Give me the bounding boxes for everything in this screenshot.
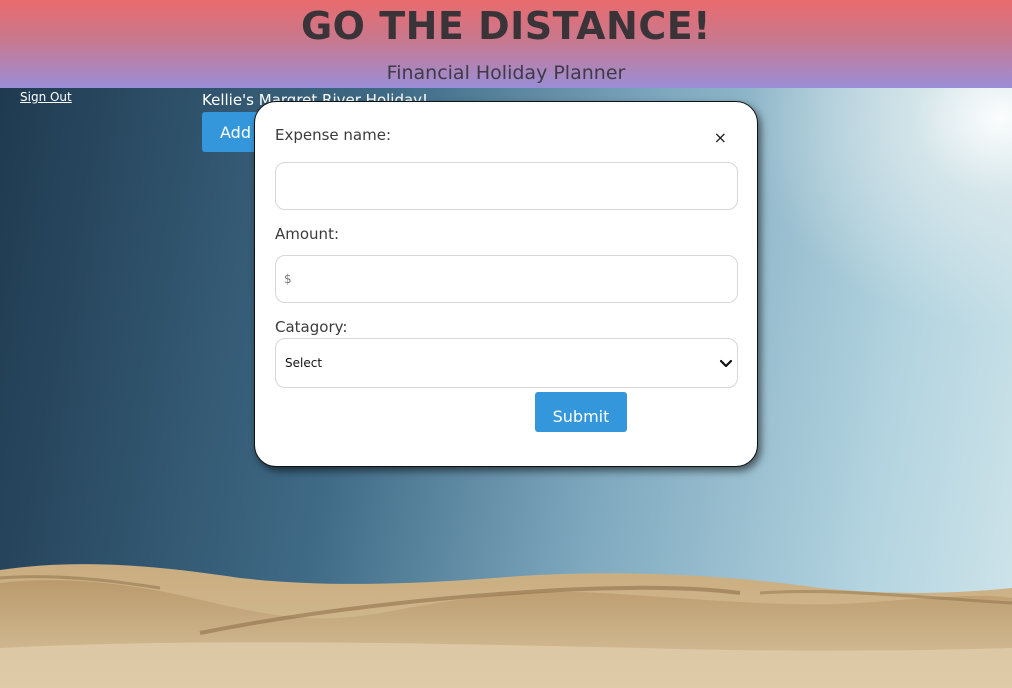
amount-label: Amount: <box>275 225 339 243</box>
add-expense-modal: Expense name: × Amount: Catagory: Select… <box>254 101 758 467</box>
category-label: Catagory: <box>275 318 348 336</box>
app-page: GO THE DISTANCE! Financial Holiday Plann… <box>0 0 1012 688</box>
expense-name-input[interactable] <box>275 162 738 210</box>
app-title: GO THE DISTANCE! <box>300 4 712 48</box>
category-select[interactable]: Select <box>275 338 738 388</box>
chevron-down-icon <box>719 359 733 368</box>
expense-name-label: Expense name: <box>275 126 392 144</box>
close-icon[interactable]: × <box>714 130 727 146</box>
category-selected-value: Select <box>285 356 323 370</box>
submit-button[interactable]: Submit <box>535 392 627 432</box>
sign-out-link[interactable]: Sign Out <box>20 90 72 104</box>
app-header: GO THE DISTANCE! Financial Holiday Plann… <box>0 0 1012 88</box>
amount-input[interactable] <box>275 255 738 303</box>
app-subtitle: Financial Holiday Planner <box>386 62 626 84</box>
